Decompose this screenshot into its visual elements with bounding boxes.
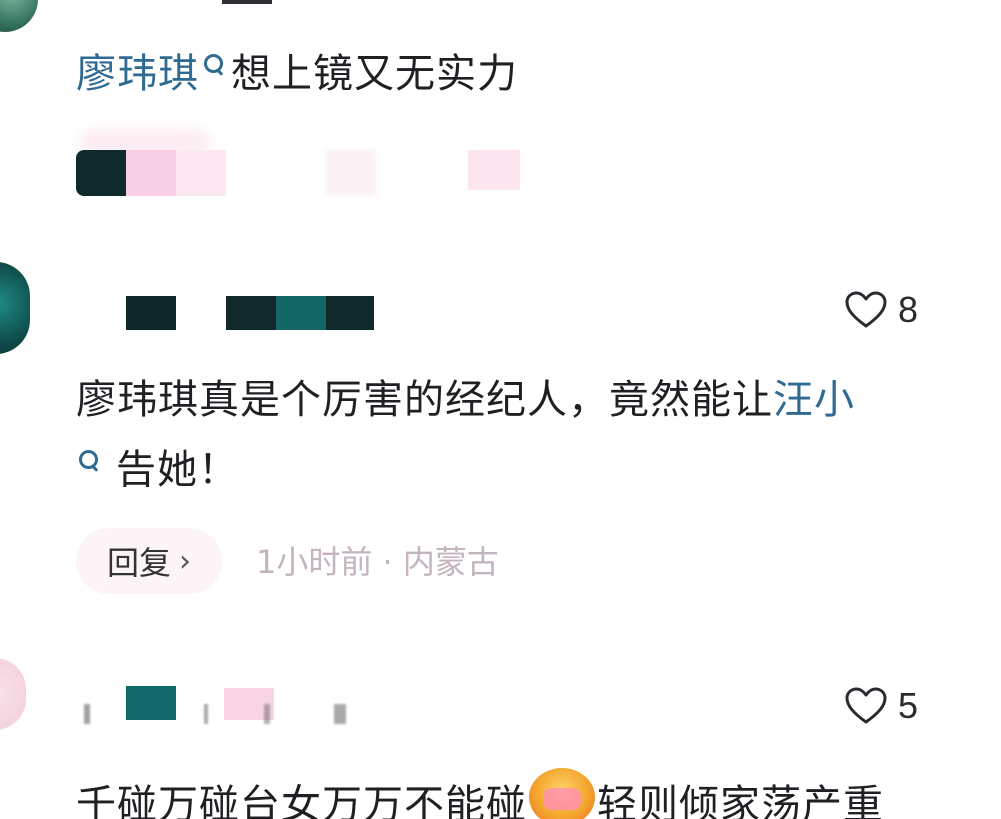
search-icon[interactable] [201,48,227,88]
like-button[interactable]: 8 [844,290,918,330]
comment-text-line2: 告她！ [76,444,239,496]
redacted-reply-row [76,128,536,200]
avatar[interactable] [0,0,38,32]
comment-body: 千碰万碰台女万万不能碰 [76,782,527,819]
comment-body: 廖玮琪真是个厉害的经纪人，竟然能让 [76,377,773,423]
avatar[interactable] [0,262,30,354]
avatar[interactable] [0,658,26,730]
facepalm-laugh-emoji-icon [529,768,595,819]
comment-body: 轻则倾家荡产重 [597,782,884,819]
reply-button[interactable]: 回复 › [76,528,222,594]
comment-body: 告她！ [116,447,239,493]
heart-icon [844,686,888,726]
like-count: 8 [898,289,919,330]
comment-text: 千碰万碰台女万万不能碰 轻则倾家荡产重 [76,768,884,819]
heart-icon [844,290,888,330]
like-button[interactable]: 5 [844,686,918,726]
comment-text: 廖玮琪真是个厉害的经纪人，竟然能让汪小 [76,374,855,426]
mention-link[interactable]: 廖玮琪 [76,51,199,97]
redacted-username [126,296,376,332]
redacted-username [222,0,272,4]
comment-text: 廖玮琪 想上镜又无实力 [76,48,518,100]
timestamp-location: 1小时前 · 内蒙古 [256,543,499,581]
search-icon[interactable] [76,444,102,484]
redacted-username [84,686,384,726]
like-count: 5 [898,685,919,726]
comment-body: 想上镜又无实力 [231,51,518,97]
mention-link[interactable]: 汪小 [773,377,855,423]
reply-label: 回复 [106,544,171,582]
chevron-right-icon: › [179,543,191,579]
